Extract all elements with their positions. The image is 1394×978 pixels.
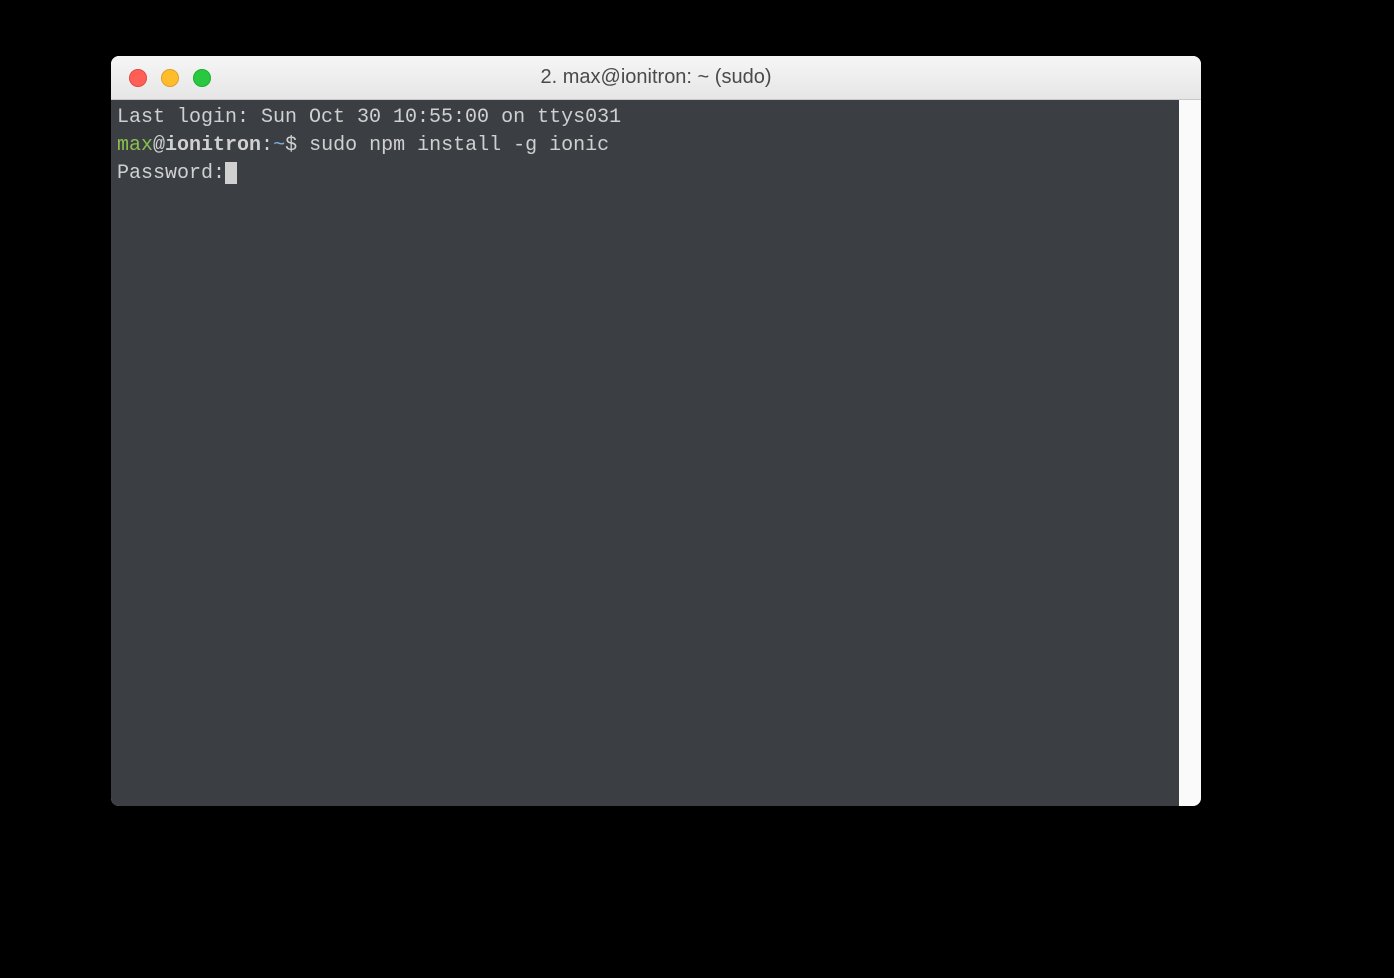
scrollbar[interactable]	[1179, 100, 1201, 806]
minimize-icon[interactable]	[161, 69, 179, 87]
titlebar[interactable]: 2. max@ionitron: ~ (sudo)	[111, 56, 1201, 100]
prompt-symbol: $	[285, 134, 297, 157]
last-login-line: Last login: Sun Oct 30 10:55:00 on ttys0…	[117, 104, 1173, 132]
prompt-host: ionitron	[165, 134, 261, 157]
terminal-window: 2. max@ionitron: ~ (sudo) Last login: Su…	[111, 56, 1201, 806]
terminal-content[interactable]: Last login: Sun Oct 30 10:55:00 on ttys0…	[111, 100, 1179, 806]
cursor-icon	[225, 162, 237, 184]
close-icon[interactable]	[129, 69, 147, 87]
password-line: Password:	[117, 160, 1173, 188]
traffic-lights	[111, 69, 211, 87]
password-label: Password:	[117, 162, 225, 185]
prompt-user: max	[117, 134, 153, 157]
prompt-line: max@ionitron:~$ sudo npm install -g ioni…	[117, 132, 1173, 160]
prompt-colon: :	[261, 134, 273, 157]
prompt-at: @	[153, 134, 165, 157]
prompt-path: ~	[273, 134, 285, 157]
terminal-body: Last login: Sun Oct 30 10:55:00 on ttys0…	[111, 100, 1201, 806]
window-title: 2. max@ionitron: ~ (sudo)	[111, 66, 1201, 89]
command-text: sudo npm install -g ionic	[309, 134, 609, 157]
zoom-icon[interactable]	[193, 69, 211, 87]
